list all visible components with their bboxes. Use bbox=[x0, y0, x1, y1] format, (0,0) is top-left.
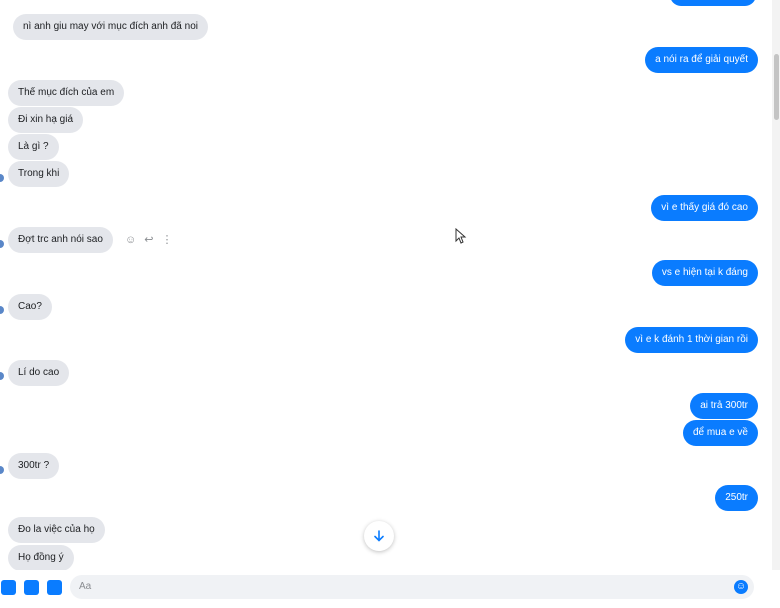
message-incoming[interactable]: Đo la việc của họ bbox=[8, 517, 105, 543]
message-hover-actions: ☺ ↩ ⋮ bbox=[125, 234, 172, 246]
message-incoming[interactable]: Trong khi bbox=[8, 161, 70, 187]
gif-icon[interactable] bbox=[47, 580, 62, 595]
message-outgoing[interactable]: vì e thấy giá đó cao bbox=[651, 195, 758, 221]
chat-thread: nì anh giu may với mục đích anh đã noi a… bbox=[0, 0, 772, 570]
scroll-to-bottom-button[interactable] bbox=[364, 521, 394, 551]
message-outgoing[interactable]: để mua e về bbox=[682, 420, 758, 446]
message-incoming[interactable]: nì anh giu may với mục đích anh đã noi bbox=[13, 14, 208, 40]
message-outgoing[interactable]: ai trả 300tr bbox=[690, 393, 758, 419]
message-incoming[interactable]: Đi xin hạ giá bbox=[8, 107, 84, 133]
mouse-cursor-icon bbox=[455, 228, 467, 244]
message-outgoing[interactable]: vì e k đánh 1 thời gian rồi bbox=[625, 327, 758, 353]
message-partial[interactable] bbox=[670, 0, 756, 6]
sender-avatar[interactable] bbox=[0, 240, 4, 248]
sender-avatar[interactable] bbox=[0, 174, 4, 182]
sticker-icon[interactable] bbox=[24, 580, 39, 595]
sender-avatar[interactable] bbox=[0, 372, 4, 380]
message-incoming[interactable]: Thế mục đích của em bbox=[8, 80, 125, 106]
message-composer: Aa ☺ bbox=[0, 570, 772, 608]
sender-avatar[interactable] bbox=[0, 466, 4, 474]
gallery-icon[interactable] bbox=[1, 580, 16, 595]
message-outgoing[interactable]: 250tr bbox=[715, 485, 758, 511]
sender-avatar[interactable] bbox=[0, 306, 4, 314]
message-incoming[interactable]: Lí do cao bbox=[8, 360, 70, 386]
smiley-icon[interactable]: ☺ bbox=[125, 234, 136, 246]
message-input[interactable]: Aa bbox=[70, 575, 754, 599]
emoji-icon[interactable]: ☺ bbox=[734, 580, 748, 594]
message-incoming[interactable]: Cao? bbox=[8, 294, 52, 320]
more-vertical-icon[interactable]: ⋮ bbox=[161, 234, 172, 246]
message-incoming[interactable]: Đợt trc anh nói sao bbox=[8, 227, 113, 253]
message-outgoing[interactable]: a nói ra để giải quyết bbox=[645, 47, 758, 73]
reply-icon[interactable]: ↩ bbox=[144, 234, 153, 246]
message-incoming[interactable]: Họ đồng ý bbox=[8, 545, 74, 570]
message-outgoing[interactable]: vs e hiện tại k đáng bbox=[651, 260, 758, 286]
message-incoming[interactable]: Là gì ? bbox=[8, 134, 59, 160]
arrow-down-icon bbox=[374, 530, 384, 542]
scrollbar-thumb[interactable] bbox=[774, 54, 779, 120]
message-incoming[interactable]: 300tr ? bbox=[8, 453, 60, 479]
scrollbar[interactable] bbox=[772, 0, 780, 570]
